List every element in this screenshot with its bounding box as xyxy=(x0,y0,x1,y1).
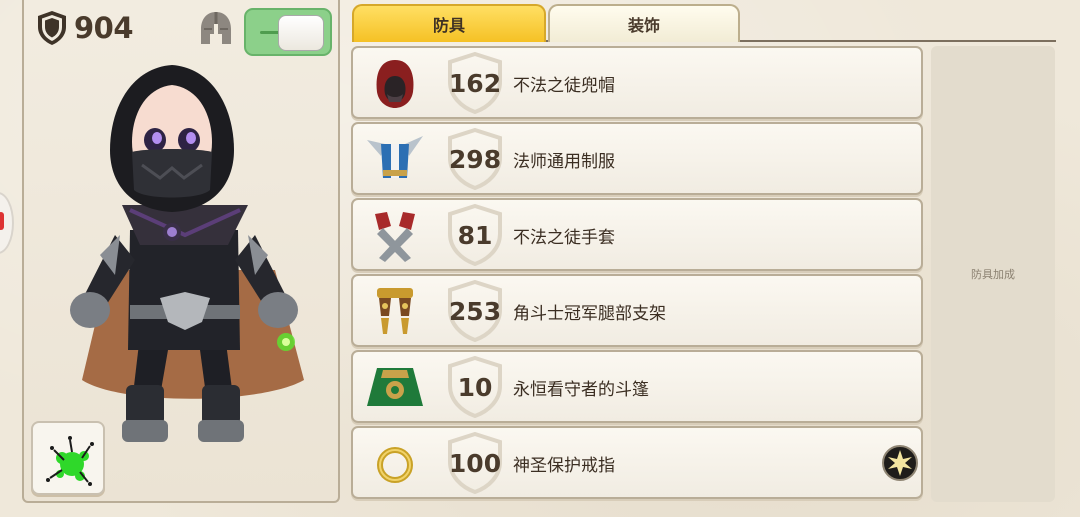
toggle-knob xyxy=(278,15,324,51)
torso xyxy=(128,230,240,350)
armor-slot-cape[interactable]: 10 永恒看守者的斗篷 xyxy=(351,350,923,423)
armor-value: 298 xyxy=(448,144,502,174)
dye-button[interactable] xyxy=(31,421,105,495)
item-name: 不法之徒手套 xyxy=(513,227,615,248)
armor-value: 162 xyxy=(448,68,502,98)
item-name: 神圣保护戒指 xyxy=(513,455,615,476)
item-name: 角斗士冠军腿部支架 xyxy=(513,303,666,324)
armor-value: 100 xyxy=(448,448,502,478)
shield-icon xyxy=(36,10,68,46)
armor-value: 81 xyxy=(457,220,493,250)
gloves-icon xyxy=(361,206,429,264)
item-name: 法师通用制服 xyxy=(513,151,615,172)
leg-brace-icon xyxy=(361,282,429,340)
armor-total: 904 xyxy=(36,10,134,46)
armor-value: 253 xyxy=(448,296,502,326)
character-model[interactable] xyxy=(60,60,310,459)
helmet-icon xyxy=(198,10,234,52)
tab-armor[interactable]: 防具 xyxy=(352,4,546,42)
armor-slot-legs[interactable]: 253 角斗士冠军腿部支架 xyxy=(351,274,923,347)
hood-icon xyxy=(361,54,429,112)
armor-bonus-panel: 防具加成 xyxy=(931,46,1055,502)
ring-icon xyxy=(361,434,429,492)
armor-slot-ring[interactable]: 100 神圣保护戒指 xyxy=(351,426,923,499)
armor-slot-hands[interactable]: 81 不法之徒手套 xyxy=(351,198,923,271)
helmet-visibility-toggle[interactable] xyxy=(244,8,332,56)
cape-icon xyxy=(361,358,429,416)
item-name: 不法之徒兜帽 xyxy=(513,75,615,96)
armor-slot-chest[interactable]: 298 法师通用制服 xyxy=(351,122,923,195)
armor-total-value: 904 xyxy=(74,11,134,45)
tab-decoration[interactable]: 装饰 xyxy=(548,4,740,42)
armor-value: 10 xyxy=(457,372,493,402)
green-dye-splat-icon xyxy=(46,436,94,486)
enchantment-badge-icon[interactable] xyxy=(881,444,919,486)
mage-uniform-icon xyxy=(361,130,429,188)
armor-bonus-label: 防具加成 xyxy=(971,268,1015,281)
armor-slot-head[interactable]: 162 不法之徒兜帽 xyxy=(351,46,923,119)
item-name: 永恒看守者的斗篷 xyxy=(513,379,649,400)
